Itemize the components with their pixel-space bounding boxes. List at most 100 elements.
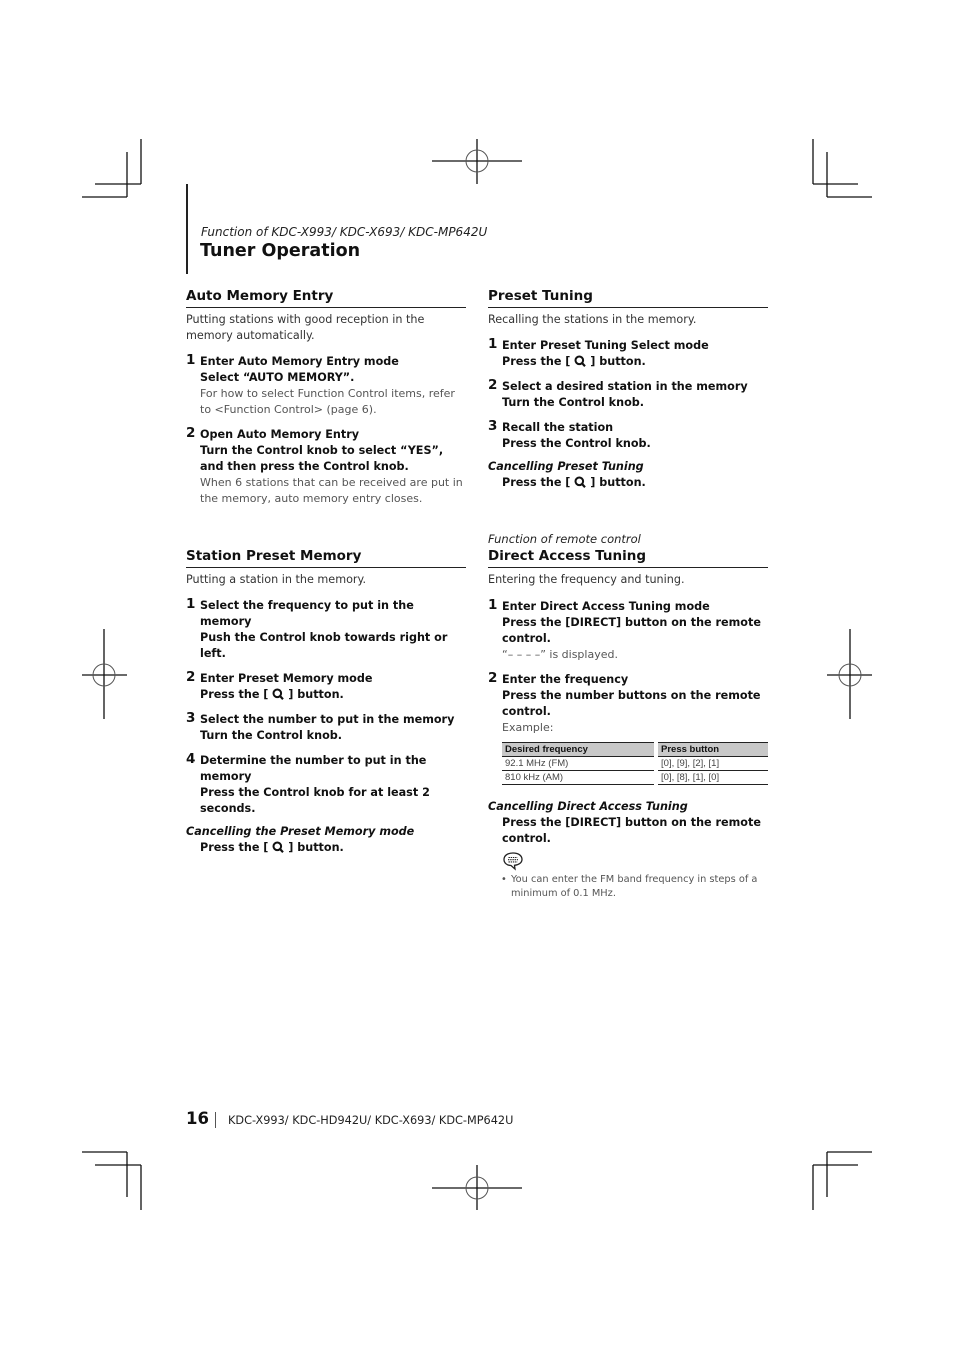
step-title: Select the frequency to put in the memor… bbox=[200, 599, 414, 628]
step-number: 2 bbox=[186, 425, 196, 441]
table-row: 92.1 MHz (FM) [0], [9], [2], [1] bbox=[502, 756, 768, 771]
column-header: Desired frequency bbox=[502, 742, 657, 757]
section-title: Station Preset Memory bbox=[186, 546, 466, 568]
cancel-action: Press the [ ] button. bbox=[488, 475, 768, 491]
step-note: When 6 stations that can be received are… bbox=[200, 476, 463, 505]
print-marks bbox=[82, 139, 872, 1210]
bullet: • bbox=[501, 874, 507, 885]
step-title: Open Auto Memory Entry bbox=[200, 428, 360, 441]
cancel-title: Cancelling the Preset Memory mode bbox=[186, 825, 415, 838]
step-note: For how to select Function Control items… bbox=[200, 387, 455, 416]
step-action: Press the [ ] button. bbox=[502, 354, 768, 370]
step-title: Enter Preset Memory mode bbox=[200, 672, 373, 685]
section-direct-access-tuning: Function of remote control Direct Access… bbox=[488, 532, 768, 901]
crop-mark-top-right bbox=[812, 139, 872, 198]
step-number: 4 bbox=[186, 751, 196, 767]
cancel-title: Cancelling Preset Tuning bbox=[488, 460, 644, 473]
step-action: Turn the Control knob. bbox=[200, 729, 343, 742]
step-action: Press the number buttons on the remote c… bbox=[502, 689, 761, 718]
step-number: 1 bbox=[186, 352, 196, 368]
note-item: • You can enter the FM band frequency in… bbox=[488, 873, 768, 901]
registration-mark-left bbox=[82, 629, 127, 719]
action-text-before: Press the [ bbox=[200, 841, 273, 854]
step-number: 1 bbox=[488, 597, 498, 613]
step-title: Enter Direct Access Tuning mode bbox=[502, 600, 710, 613]
section-intro: Putting stations with good reception in … bbox=[186, 313, 425, 342]
step-number: 2 bbox=[186, 669, 196, 685]
step-item: 2 Open Auto Memory Entry Turn the Contro… bbox=[186, 425, 466, 507]
step-item: 1 Enter Direct Access Tuning mode Press … bbox=[488, 597, 768, 663]
step-number: 3 bbox=[488, 418, 498, 434]
step-item: 1 Select the frequency to put in the mem… bbox=[186, 596, 466, 662]
registration-mark-bottom bbox=[432, 1165, 522, 1210]
step-action: Press the [ ] button. bbox=[200, 687, 466, 703]
header-side-rule bbox=[186, 184, 188, 274]
step-action: Push the Control knob towards right or l… bbox=[200, 631, 448, 660]
table-cell: [0], [9], [2], [1] bbox=[654, 756, 768, 771]
cancel-title: Cancelling Direct Access Tuning bbox=[488, 800, 688, 813]
frequency-example-table: Desired frequency Press button 92.1 MHz … bbox=[502, 742, 768, 785]
section-title: Direct Access Tuning bbox=[488, 546, 768, 568]
step-item: 2 Enter the frequency Press the number b… bbox=[488, 670, 768, 785]
cancel-action: Press the [ ] button. bbox=[186, 840, 466, 856]
crop-mark-bottom-right bbox=[812, 1151, 872, 1210]
cancel-action: Press the [DIRECT] button on the remote … bbox=[502, 816, 761, 845]
search-q-icon bbox=[272, 841, 285, 853]
table-row: 810 kHz (AM) [0], [8], [1], [0] bbox=[502, 770, 768, 785]
step-item: 3 Select the number to put in the memory… bbox=[186, 710, 466, 744]
step-note: Example: bbox=[502, 721, 554, 734]
action-text-after: ] button. bbox=[284, 841, 344, 854]
step-action: Press the [DIRECT] button on the remote … bbox=[502, 616, 761, 645]
step-action: Press the Control knob. bbox=[502, 437, 651, 450]
table-cell: 92.1 MHz (FM) bbox=[502, 756, 657, 771]
crop-mark-top-left bbox=[82, 139, 142, 198]
table-header-row: Desired frequency Press button bbox=[502, 742, 768, 757]
section-intro: Entering the frequency and tuning. bbox=[488, 573, 685, 586]
step-title: Select the number to put in the memory bbox=[200, 713, 455, 726]
section-intro: Putting a station in the memory. bbox=[186, 573, 367, 586]
step-action: Press the Control knob for at least 2 se… bbox=[200, 786, 430, 815]
step-item: 2 Enter Preset Memory mode Press the [ ]… bbox=[186, 669, 466, 703]
table-cell: 810 kHz (AM) bbox=[502, 770, 657, 785]
step-title: Determine the number to put in the memor… bbox=[200, 754, 427, 783]
step-title: Enter Auto Memory Entry mode bbox=[200, 355, 399, 368]
step-item: 2 Select a desired station in the memory… bbox=[488, 377, 768, 411]
action-text-after: ] button. bbox=[586, 355, 646, 368]
step-title: Recall the station bbox=[502, 421, 614, 434]
column-header: Press button bbox=[654, 742, 768, 757]
step-number: 2 bbox=[488, 670, 498, 686]
step-number: 1 bbox=[488, 336, 498, 352]
action-text-before: Press the [ bbox=[502, 355, 575, 368]
step-item: 1 Enter Preset Tuning Select mode Press … bbox=[488, 336, 768, 370]
action-text-after: ] button. bbox=[586, 476, 646, 489]
header-subtitle: Function of KDC-X993/ KDC-X693/ KDC-MP64… bbox=[201, 225, 488, 239]
footer-models: KDC-X993/ KDC-HD942U/ KDC-X693/ KDC-MP64… bbox=[228, 1114, 514, 1127]
step-item: 4 Determine the number to put in the mem… bbox=[186, 751, 466, 817]
step-action: Turn the Control knob. bbox=[502, 396, 645, 409]
section-title: Auto Memory Entry bbox=[186, 286, 466, 308]
footer-separator bbox=[215, 1112, 216, 1128]
action-text-before: Press the [ bbox=[200, 688, 273, 701]
step-title: Enter the frequency bbox=[502, 673, 629, 686]
section-auto-memory-entry: Auto Memory Entry Putting stations with … bbox=[186, 286, 466, 507]
crop-mark-bottom-left bbox=[82, 1151, 142, 1210]
search-q-icon bbox=[574, 355, 587, 367]
step-title: Select a desired station in the memory bbox=[502, 380, 748, 393]
section-title: Preset Tuning bbox=[488, 286, 768, 308]
registration-mark-top bbox=[432, 139, 522, 184]
step-action: Turn the Control knob to select “YES”, a… bbox=[200, 444, 444, 473]
step-item: 1 Enter Auto Memory Entry mode Select “A… bbox=[186, 352, 466, 418]
section-intro: Recalling the stations in the memory. bbox=[488, 313, 697, 326]
note-text: You can enter the FM band frequency in s… bbox=[511, 874, 758, 899]
step-title: Enter Preset Tuning Select mode bbox=[502, 339, 709, 352]
step-number: 1 bbox=[186, 596, 196, 612]
section-subtitle: Function of remote control bbox=[488, 532, 641, 546]
search-q-icon bbox=[272, 688, 285, 700]
step-note: “– – – –” is displayed. bbox=[502, 648, 618, 661]
table-cell: [0], [8], [1], [0] bbox=[654, 770, 768, 785]
page-number: 16 bbox=[186, 1109, 209, 1128]
section-preset-tuning: Preset Tuning Recalling the stations in … bbox=[488, 286, 768, 491]
registration-mark-right bbox=[827, 629, 872, 719]
step-number: 2 bbox=[488, 377, 498, 393]
action-text-after: ] button. bbox=[284, 688, 344, 701]
